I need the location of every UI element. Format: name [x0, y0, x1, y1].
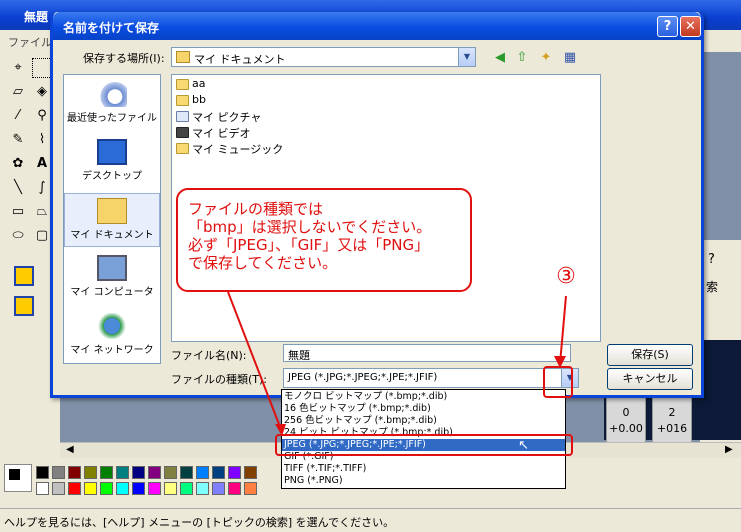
jpeg-highlight: [275, 434, 573, 456]
callout-line: 「bmp」は選択しないでください。: [188, 218, 432, 236]
arrow-to-dropdown: [559, 295, 567, 365]
step-marker: ③: [556, 264, 576, 289]
callout-line: 必ず「JPEG」、「GIF」又は「PNG」: [188, 236, 430, 254]
annotation-callout: ファイルの種類では 「bmp」は選択しないでください。 必ず「JPEG」、「GI…: [176, 188, 472, 292]
arrow-to-jpeg: [227, 291, 283, 433]
callout-line: ファイルの種類では: [188, 200, 324, 218]
dropdown-highlight: [543, 366, 573, 398]
callout-line: で保存してください。: [188, 254, 338, 272]
